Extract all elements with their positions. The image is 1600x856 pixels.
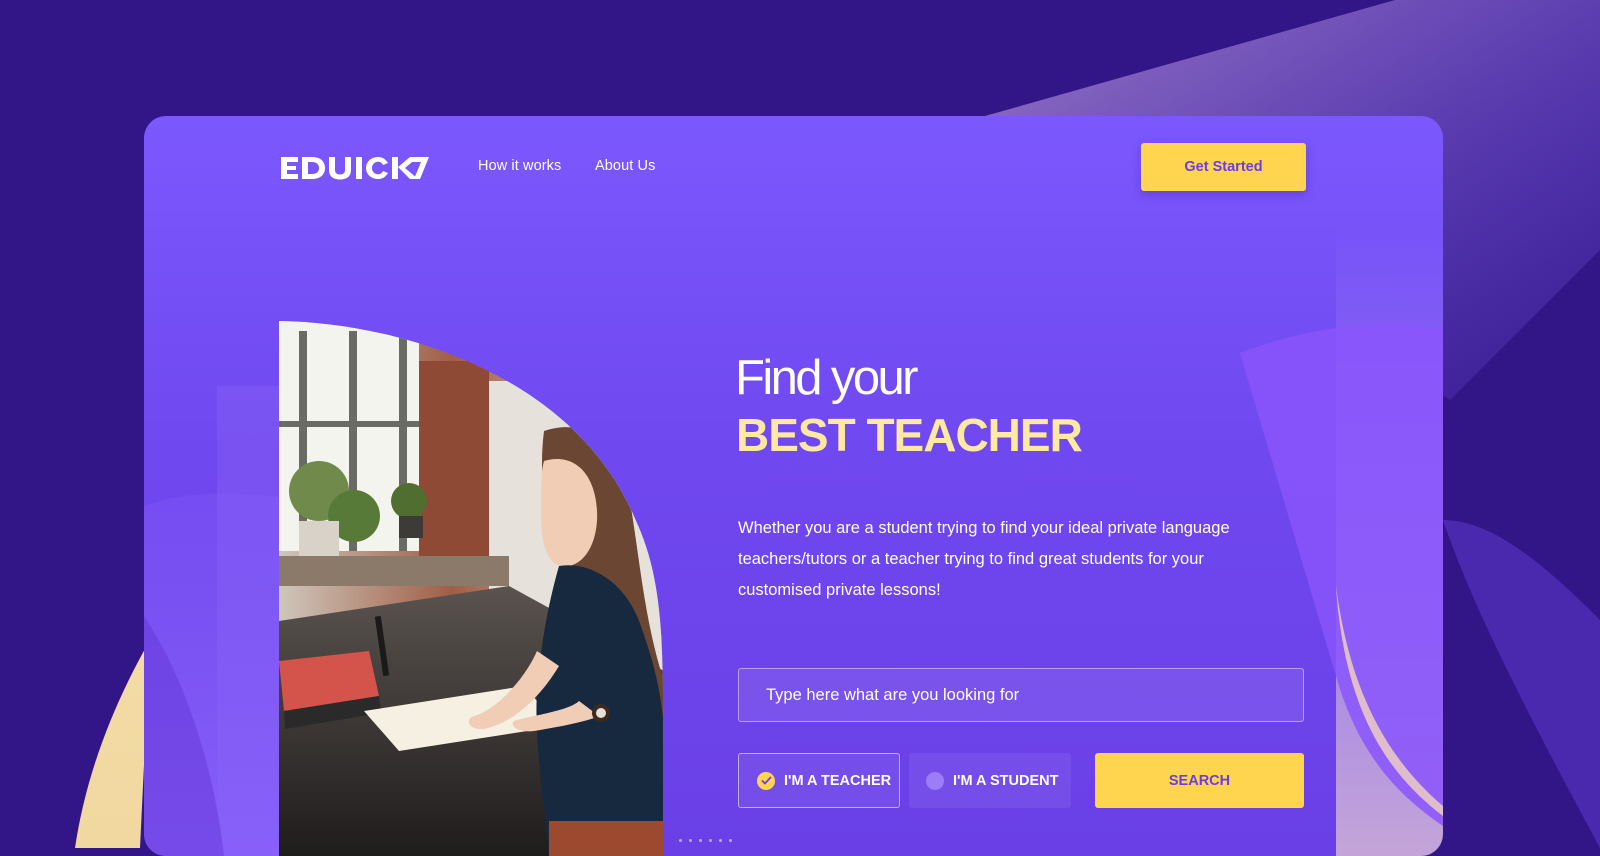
get-started-button[interactable]: Get Started — [1141, 143, 1306, 191]
dot — [719, 839, 722, 842]
search-button[interactable]: SEARCH — [1095, 753, 1304, 808]
dot — [729, 839, 732, 842]
hero-card: How it works About Us Get Started Find y… — [144, 116, 1443, 856]
radio-unchecked-icon — [926, 771, 944, 790]
role-student-option[interactable]: I'M A STUDENT — [909, 753, 1071, 808]
role-student-label: I'M A STUDENT — [953, 772, 1059, 789]
headline-line-1: Find your — [735, 351, 918, 405]
hero-subtext: Whether you are a student trying to find… — [738, 519, 1230, 599]
dot — [709, 839, 712, 842]
eduick-logo[interactable] — [281, 154, 429, 182]
headline-line-2: BEST TEACHER — [736, 409, 1083, 461]
role-teacher-label: I'M A TEACHER — [784, 772, 892, 789]
search-input[interactable] — [738, 668, 1304, 722]
nav-how-it-works[interactable]: How it works — [478, 158, 561, 174]
scroll-indicator-dots — [679, 839, 732, 842]
checkmark-icon — [757, 771, 775, 790]
dot — [699, 839, 702, 842]
role-teacher-option[interactable]: I'M A TEACHER — [738, 753, 900, 808]
dot — [679, 839, 682, 842]
nav-about-us[interactable]: About Us — [595, 158, 655, 174]
woman-writing-photo — [279, 321, 664, 856]
dot — [689, 839, 692, 842]
